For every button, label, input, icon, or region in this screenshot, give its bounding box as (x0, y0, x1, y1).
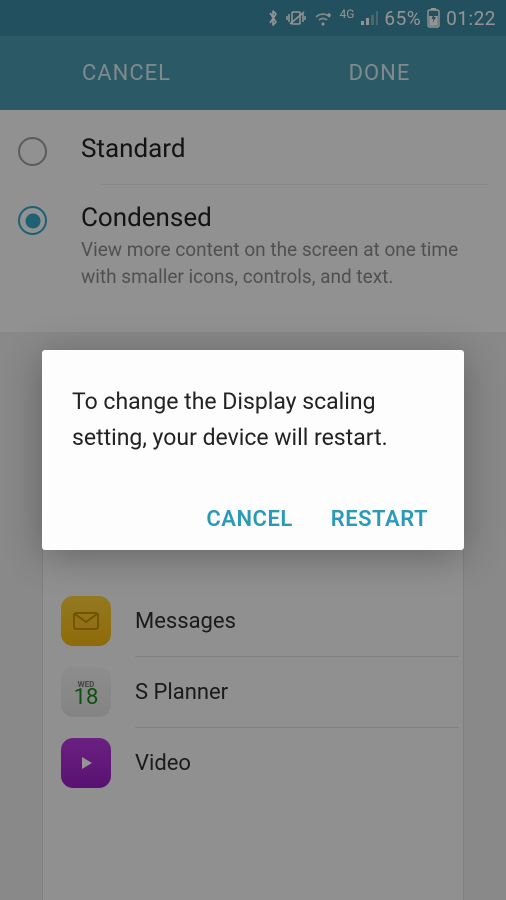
restart-dialog: To change the Display scaling setting, y… (42, 350, 464, 550)
dialog-cancel-button[interactable]: CANCEL (206, 507, 292, 532)
dialog-actions: CANCEL RESTART (72, 507, 434, 532)
dialog-restart-button[interactable]: RESTART (331, 507, 428, 532)
modal-overlay: To change the Display scaling setting, y… (0, 0, 506, 900)
dialog-message: To change the Display scaling setting, y… (72, 384, 434, 455)
